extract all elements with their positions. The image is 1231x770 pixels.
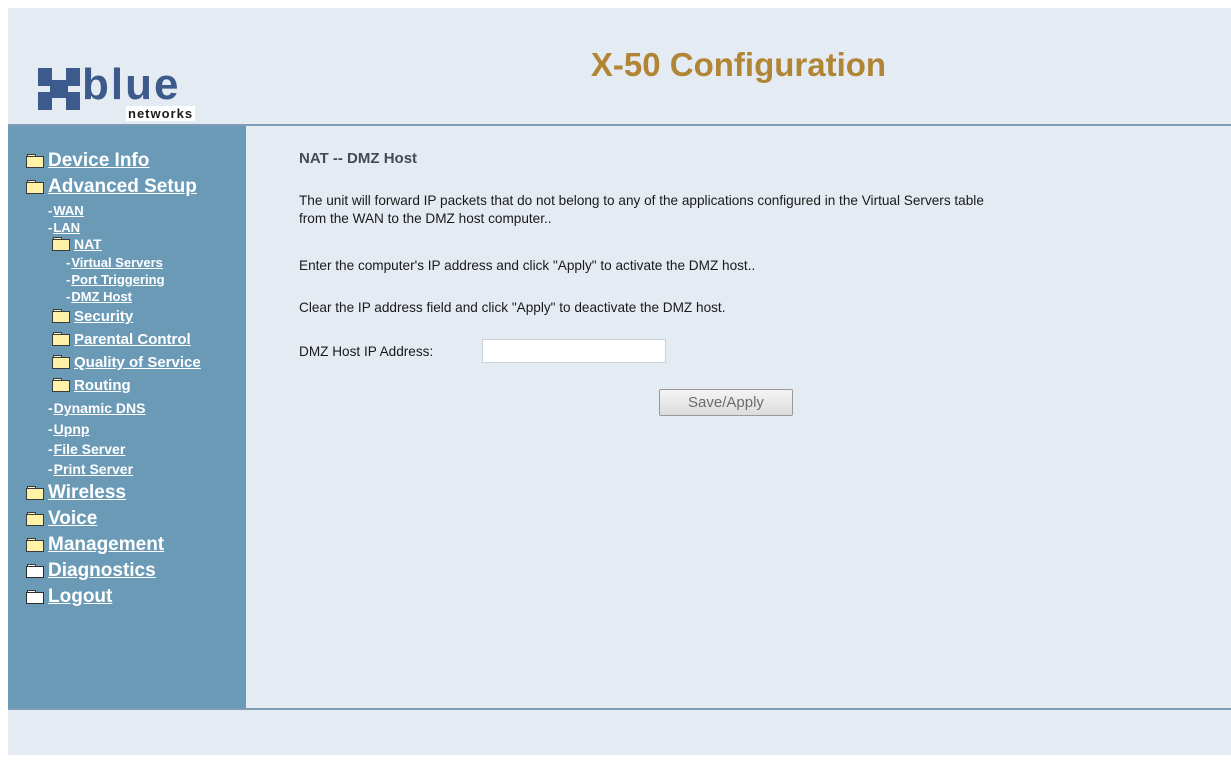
activate-instructions: Enter the computer's IP address and clic…: [299, 258, 756, 273]
header: blue networks X-50 Configuration: [8, 8, 1231, 126]
folder-icon: [52, 378, 70, 392]
sidebar-item-label: LAN: [53, 220, 81, 235]
folder-icon: [26, 154, 44, 168]
sidebar-item-label: Logout: [48, 586, 113, 607]
sidebar-item-virtual-servers[interactable]: Virtual Servers: [66, 255, 163, 270]
sidebar-item-upnp[interactable]: Upnp: [48, 421, 90, 437]
footer: [8, 708, 1231, 755]
sidebar-item-label: Dynamic DNS: [53, 400, 146, 416]
sidebar-item-label: Parental Control: [74, 331, 191, 348]
folder-icon: [26, 564, 44, 578]
sidebar-item-port-triggering[interactable]: Port Triggering: [66, 272, 165, 287]
description-line-1: The unit will forward IP packets that do…: [299, 193, 984, 208]
save-apply-button[interactable]: Save/Apply: [659, 389, 793, 416]
folder-icon: [26, 512, 44, 526]
sidebar-item-routing[interactable]: Routing: [52, 377, 131, 394]
sidebar-item-advanced-setup[interactable]: Advanced Setup: [26, 176, 197, 198]
sidebar-item-label: Voice: [48, 508, 98, 529]
logo-word: blue: [82, 60, 181, 109]
logo-subtext: networks: [126, 106, 196, 121]
sidebar-item-diagnostics[interactable]: Diagnostics: [26, 560, 156, 582]
description-paragraph: The unit will forward IP packets that do…: [299, 192, 1199, 228]
page-title: X-50 Configuration: [590, 46, 887, 83]
sidebar-item-quality-of-service[interactable]: Quality of Service: [52, 354, 201, 371]
folder-icon: [26, 180, 44, 194]
sidebar-item-label: WAN: [53, 203, 84, 218]
page-frame: blue networks X-50 Configuration Device …: [8, 8, 1231, 755]
section-heading: NAT -- DMZ Host: [299, 150, 418, 167]
logo: blue networks: [36, 60, 236, 126]
deactivate-instructions: Clear the IP address field and click "Ap…: [299, 300, 726, 315]
description-line-2: from the WAN to the DMZ host computer..: [299, 211, 552, 226]
sidebar-item-label: Wireless: [48, 482, 126, 503]
folder-icon: [52, 355, 70, 369]
folder-icon: [52, 309, 70, 323]
sidebar-item-label: Management: [48, 534, 165, 555]
sidebar-item-wan[interactable]: WAN: [48, 203, 84, 218]
sidebar-item-label: DMZ Host: [71, 289, 133, 304]
folder-icon: [52, 332, 70, 346]
sidebar-item-dmz-host[interactable]: DMZ Host: [66, 289, 132, 304]
sidebar-item-parental-control[interactable]: Parental Control: [52, 331, 191, 348]
sidebar-item-label: NAT: [74, 236, 102, 252]
sidebar-item-label: Print Server: [53, 461, 134, 477]
sidebar-item-voice[interactable]: Voice: [26, 508, 97, 530]
sidebar-item-label: Virtual Servers: [71, 255, 163, 270]
sidebar-item-device-info[interactable]: Device Info: [26, 150, 149, 172]
folder-icon: [26, 590, 44, 604]
sidebar-item-label: Advanced Setup: [48, 176, 197, 197]
folder-icon: [26, 538, 44, 552]
sidebar-item-nat[interactable]: NAT: [52, 236, 102, 252]
sidebar-nav: Device Info Advanced Setup WAN LAN NAT V…: [8, 126, 246, 708]
sidebar-item-security[interactable]: Security: [52, 308, 133, 325]
folder-icon: [52, 237, 70, 251]
logo-x-icon: [38, 68, 80, 110]
sidebar-item-label: Routing: [74, 377, 131, 394]
folder-icon: [26, 486, 44, 500]
sidebar-item-label: Quality of Service: [74, 354, 201, 371]
dmz-ip-input[interactable]: [482, 339, 666, 363]
sidebar-item-wireless[interactable]: Wireless: [26, 482, 126, 504]
sidebar-item-label: File Server: [53, 441, 126, 457]
sidebar-item-label: Port Triggering: [71, 272, 165, 287]
sidebar-item-label: Security: [74, 308, 134, 325]
dmz-ip-label: DMZ Host IP Address:: [299, 344, 434, 359]
sidebar-item-label: Device Info: [48, 150, 150, 171]
sidebar-item-print-server[interactable]: Print Server: [48, 461, 133, 477]
sidebar-item-file-server[interactable]: File Server: [48, 441, 126, 457]
main-content: NAT -- DMZ Host The unit will forward IP…: [246, 126, 1231, 708]
sidebar-item-dynamic-dns[interactable]: Dynamic DNS: [48, 400, 146, 416]
sidebar-item-label: Diagnostics: [48, 560, 156, 581]
sidebar-item-management[interactable]: Management: [26, 534, 164, 556]
sidebar-item-lan[interactable]: LAN: [48, 220, 80, 235]
sidebar-item-label: Upnp: [53, 421, 90, 437]
sidebar-item-logout[interactable]: Logout: [26, 586, 112, 608]
